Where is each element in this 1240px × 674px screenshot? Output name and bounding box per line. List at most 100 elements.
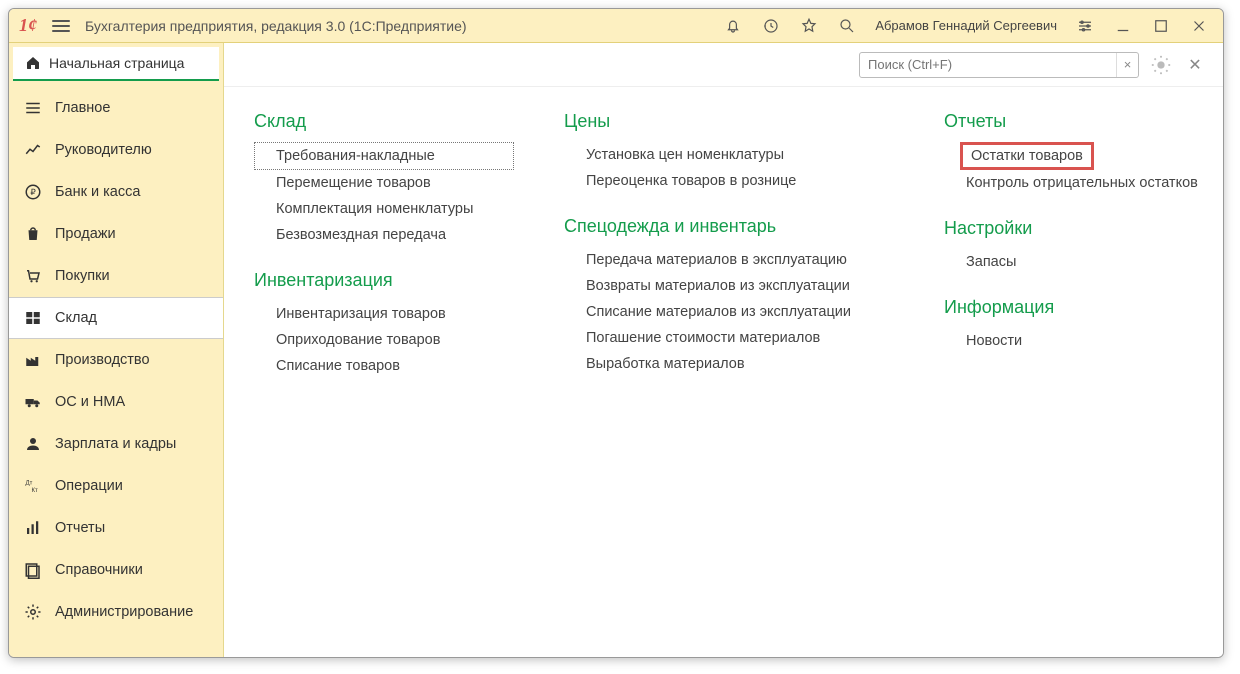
search-button[interactable] bbox=[833, 12, 861, 40]
close-panel-button[interactable]: ✕ bbox=[1183, 53, 1207, 77]
gear-icon bbox=[23, 603, 43, 621]
history-button[interactable] bbox=[757, 12, 785, 40]
truck-icon bbox=[23, 393, 43, 411]
menu-link[interactable]: Оприходование товаров bbox=[254, 327, 514, 353]
sidebar-item-10[interactable]: Отчеты bbox=[9, 507, 223, 549]
menu-link[interactable]: Контроль отрицательных остатков bbox=[944, 170, 1223, 196]
bell-icon bbox=[724, 17, 742, 35]
sidebar-item-4[interactable]: Покупки bbox=[9, 255, 223, 297]
menu-link[interactable]: Остатки товаров bbox=[960, 142, 1094, 170]
sidebar-item-6[interactable]: Производство bbox=[9, 339, 223, 381]
minimize-button[interactable] bbox=[1109, 12, 1137, 40]
maximize-icon bbox=[1152, 17, 1170, 35]
title-bar: 1¢ Бухгалтерия предприятия, редакция 3.0… bbox=[9, 9, 1223, 43]
factory-icon bbox=[23, 351, 43, 369]
sidebar-item-1[interactable]: Руководителю bbox=[9, 129, 223, 171]
menu-link[interactable]: Безвозмездная передача bbox=[254, 222, 514, 248]
menu-link[interactable]: Инвентаризация товаров bbox=[254, 301, 514, 327]
sidebar-item-label: Покупки bbox=[55, 268, 110, 284]
column-3: Отчеты Остатки товаровКонтроль отрицатель… bbox=[944, 111, 1223, 633]
sidebar-item-label: Руководителю bbox=[55, 142, 152, 158]
column-2: Цены Установка цен номенклатурыПереоценка… bbox=[564, 111, 894, 633]
search-input[interactable] bbox=[860, 57, 1116, 72]
history-icon bbox=[762, 17, 780, 35]
favorites-button[interactable] bbox=[795, 12, 823, 40]
panel-config-button[interactable] bbox=[1149, 53, 1173, 77]
section-columns: Склад Требования-накладныеПеремещение тов… bbox=[224, 87, 1223, 657]
close-window-button[interactable] bbox=[1185, 12, 1213, 40]
main-menu-button[interactable] bbox=[47, 12, 75, 40]
sidebar-item-12[interactable]: Администрирование bbox=[9, 591, 223, 633]
menu-link[interactable]: Перемещение товаров bbox=[254, 170, 514, 196]
section-title[interactable]: Спецодежда и инвентарь bbox=[564, 216, 894, 237]
sidebar-item-0[interactable]: Главное bbox=[9, 87, 223, 129]
cart-icon bbox=[23, 267, 43, 285]
menu-link[interactable]: Комплектация номенклатуры bbox=[254, 196, 514, 222]
app-window: 1¢ Бухгалтерия предприятия, редакция 3.0… bbox=[8, 8, 1224, 658]
sidebar-item-label: Отчеты bbox=[55, 520, 105, 536]
search-clear-button[interactable]: × bbox=[1116, 53, 1138, 77]
section-title[interactable]: Склад bbox=[254, 111, 514, 132]
trend-icon bbox=[23, 141, 43, 159]
notifications-button[interactable] bbox=[719, 12, 747, 40]
maximize-button[interactable] bbox=[1147, 12, 1175, 40]
sidebar-item-2[interactable]: ₽Банк и касса bbox=[9, 171, 223, 213]
menu-link[interactable]: Новости bbox=[944, 328, 1223, 354]
star-icon bbox=[800, 17, 818, 35]
app-title: Бухгалтерия предприятия, редакция 3.0 (1… bbox=[85, 18, 467, 34]
search-icon bbox=[838, 17, 856, 35]
section-title[interactable]: Отчеты bbox=[944, 111, 1223, 132]
sidebar-item-label: Справочники bbox=[55, 562, 143, 578]
menu-link[interactable]: Запасы bbox=[944, 249, 1223, 275]
sidebar-item-3[interactable]: Продажи bbox=[9, 213, 223, 255]
minimize-icon bbox=[1114, 17, 1132, 35]
person-icon bbox=[23, 435, 43, 453]
section-title[interactable]: Настройки bbox=[944, 218, 1223, 239]
panel-settings-button[interactable] bbox=[1071, 12, 1099, 40]
sidebar-item-label: Склад bbox=[55, 310, 97, 326]
sidebar-item-9[interactable]: ДтКтОперации bbox=[9, 465, 223, 507]
app-logo-1c: 1¢ bbox=[19, 15, 37, 36]
books-icon bbox=[23, 561, 43, 579]
home-icon bbox=[25, 55, 41, 71]
section-title[interactable]: Инвентаризация bbox=[254, 270, 514, 291]
sidebar-item-label: ОС и НМА bbox=[55, 394, 125, 410]
sidebar-item-label: Продажи bbox=[55, 226, 116, 242]
sidebar: Начальная страница Главное Руководителю ₽Б… bbox=[9, 43, 224, 657]
tab-home[interactable]: Начальная страница bbox=[13, 47, 219, 81]
bars-icon bbox=[23, 519, 43, 537]
body: Начальная страница ГлавноеРуководителю₽Б… bbox=[9, 43, 1223, 657]
menu-link[interactable]: Передача материалов в эксплуатацию bbox=[564, 247, 894, 273]
main-panel: × ✕ Склад Требования-накладныеПеремещение… bbox=[224, 43, 1223, 657]
gear-icon bbox=[1150, 54, 1172, 76]
menu-link[interactable]: Списание товаров bbox=[254, 353, 514, 379]
sliders-icon bbox=[1076, 17, 1094, 35]
menu-link[interactable]: Погашение стоимости материалов bbox=[564, 325, 894, 351]
menu-link[interactable]: Требования-накладные bbox=[254, 142, 514, 170]
sidebar-item-5[interactable]: Склад bbox=[9, 297, 223, 339]
section-title[interactable]: Цены bbox=[564, 111, 894, 132]
menu-icon bbox=[23, 99, 43, 117]
sidebar-item-label: Главное bbox=[55, 100, 110, 116]
menu-link[interactable]: Установка цен номенклатуры bbox=[564, 142, 894, 168]
menu-link[interactable]: Выработка материалов bbox=[564, 351, 894, 377]
tab-home-label: Начальная страница bbox=[49, 55, 184, 71]
bag-icon bbox=[23, 225, 43, 243]
sidebar-item-7[interactable]: ОС и НМА bbox=[9, 381, 223, 423]
current-user[interactable]: Абрамов Геннадий Сергеевич bbox=[871, 18, 1061, 33]
menu-link[interactable]: Переоценка товаров в рознице bbox=[564, 168, 894, 194]
sidebar-item-label: Производство bbox=[55, 352, 150, 368]
dtct-icon: ДтКт bbox=[23, 477, 43, 495]
sidebar-item-8[interactable]: Зарплата и кадры bbox=[9, 423, 223, 465]
column-1: Склад Требования-накладныеПеремещение тов… bbox=[254, 111, 514, 633]
menu-link[interactable]: Списание материалов из эксплуатации bbox=[564, 299, 894, 325]
close-icon bbox=[1190, 17, 1208, 35]
section-title[interactable]: Информация bbox=[944, 297, 1223, 318]
content-header: × ✕ bbox=[224, 43, 1223, 87]
boxes-icon bbox=[23, 309, 43, 327]
ruble-icon: ₽ bbox=[23, 183, 43, 201]
sidebar-item-11[interactable]: Справочники bbox=[9, 549, 223, 591]
menu-link[interactable]: Возвраты материалов из эксплуатации bbox=[564, 273, 894, 299]
hamburger-icon bbox=[52, 17, 70, 35]
svg-text:₽: ₽ bbox=[30, 188, 35, 197]
